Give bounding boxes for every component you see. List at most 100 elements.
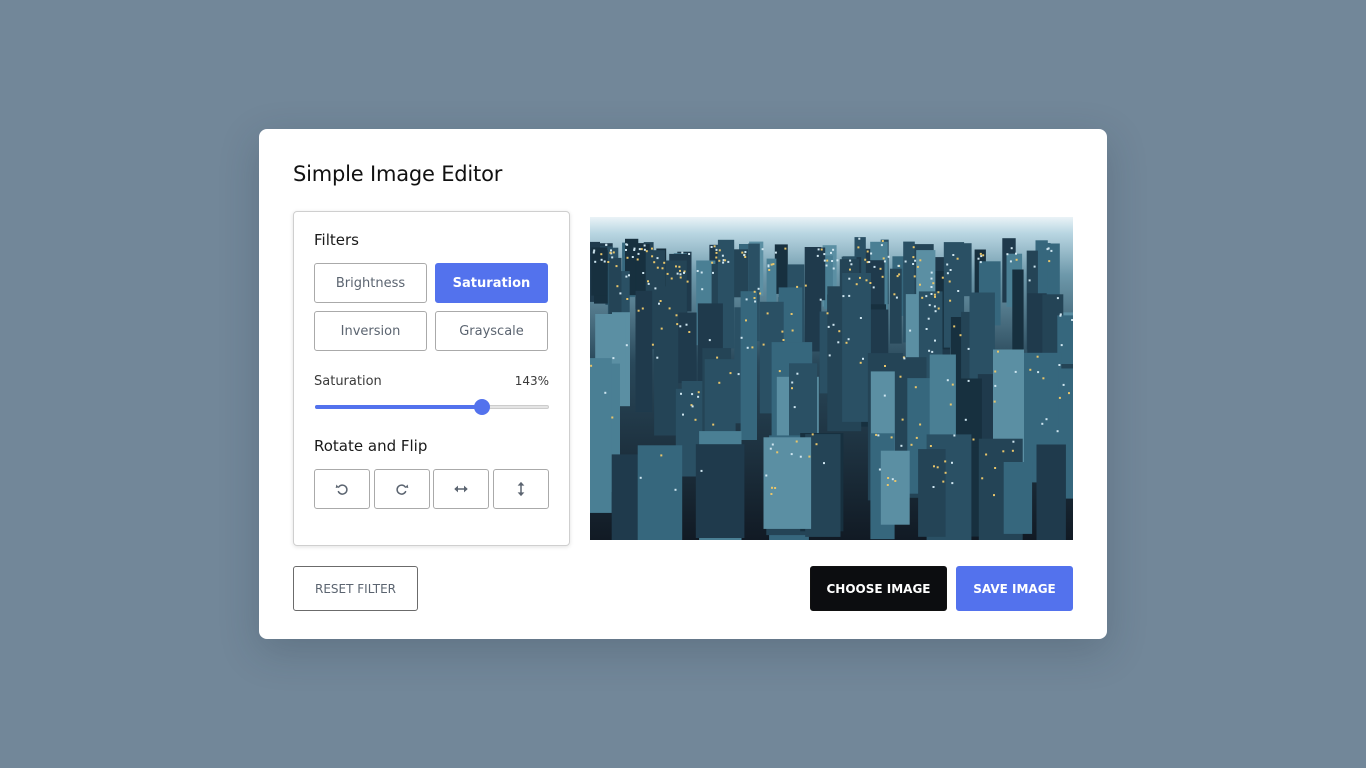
slider-thumb[interactable] — [474, 399, 491, 415]
window-light — [951, 383, 954, 386]
window-light — [815, 443, 818, 446]
window-light — [679, 325, 682, 328]
window-light — [884, 365, 886, 367]
window-light — [670, 277, 673, 280]
flip-horizontal-button[interactable] — [433, 469, 489, 509]
window-light — [790, 453, 793, 456]
window-light — [880, 244, 883, 247]
window-light — [643, 244, 646, 247]
window-light — [712, 271, 714, 274]
flip-vertical-button[interactable] — [493, 469, 549, 509]
slider-value: 143% — [514, 374, 549, 388]
window-light — [934, 339, 936, 342]
window-light — [676, 272, 679, 275]
window-light — [658, 302, 660, 305]
flip-horizontal-icon — [454, 485, 468, 493]
window-light — [930, 286, 933, 288]
window-light — [826, 312, 829, 315]
window-light — [928, 304, 931, 307]
window-light — [981, 477, 984, 480]
window-light — [980, 255, 983, 258]
window-light — [828, 354, 831, 357]
window-light — [895, 296, 898, 299]
window-light — [666, 272, 669, 275]
rotate-left-button[interactable] — [314, 469, 370, 509]
choose-image-button[interactable]: CHOOSE IMAGE — [810, 566, 947, 611]
window-light — [900, 444, 903, 447]
window-light — [718, 259, 721, 262]
window-light — [896, 275, 899, 278]
window-light — [774, 251, 777, 254]
window-light — [899, 375, 902, 378]
window-light — [683, 271, 685, 274]
window-light — [912, 256, 915, 259]
rotate-right-icon — [396, 484, 409, 495]
window-light — [715, 248, 718, 251]
window-light — [647, 282, 650, 285]
slider-label: Saturation — [314, 374, 382, 389]
window-light — [604, 391, 607, 394]
filter-saturation-button[interactable]: Saturation — [435, 263, 548, 303]
filter-inversion-button[interactable]: Inversion — [314, 311, 427, 351]
window-light — [770, 263, 773, 266]
window-light — [875, 433, 878, 436]
window-light — [679, 269, 681, 272]
window-light — [651, 247, 653, 250]
window-light — [823, 253, 826, 256]
window-light — [625, 344, 628, 347]
window-light — [766, 312, 769, 315]
save-image-button[interactable]: SAVE IMAGE — [956, 566, 1073, 611]
filter-brightness-button[interactable]: Brightness — [314, 263, 427, 303]
rotate-right-button[interactable] — [374, 469, 430, 509]
filter-grayscale-button[interactable]: Grayscale — [435, 311, 548, 351]
window-light — [762, 343, 765, 346]
window-light — [740, 336, 743, 339]
window-light — [799, 455, 802, 458]
reset-filter-button[interactable]: RESET FILTER — [293, 566, 418, 611]
window-light — [1046, 248, 1049, 251]
window-light — [883, 394, 886, 397]
window-light — [848, 277, 851, 280]
window-light — [845, 341, 848, 344]
window-light — [637, 252, 640, 255]
window-light — [916, 265, 919, 268]
window-light — [626, 256, 629, 259]
window-light — [932, 486, 935, 488]
window-light — [914, 386, 917, 389]
window-light — [1014, 370, 1017, 373]
window-light — [887, 255, 890, 258]
window-light — [832, 248, 835, 251]
window-light — [832, 267, 835, 270]
window-light — [625, 249, 627, 251]
window-light — [1041, 422, 1044, 425]
window-light — [757, 287, 760, 290]
window-light — [946, 272, 949, 275]
window-light — [850, 263, 853, 266]
window-light — [930, 271, 933, 274]
window-light — [605, 243, 608, 246]
window-light — [700, 469, 703, 472]
window-light — [1050, 249, 1053, 252]
window-light — [612, 357, 615, 360]
window-light — [937, 291, 940, 294]
window-light — [721, 254, 724, 257]
window-light — [753, 297, 756, 299]
window-light — [656, 356, 659, 359]
window-light — [1015, 252, 1017, 255]
window-light — [819, 298, 822, 301]
window-light — [925, 328, 928, 330]
window-light — [979, 252, 982, 255]
window-light — [628, 274, 630, 277]
window-light — [616, 285, 619, 288]
window-light — [878, 468, 881, 471]
window-light — [953, 434, 956, 437]
window-light — [636, 258, 639, 261]
window-light — [593, 249, 596, 252]
window-light — [993, 494, 995, 497]
window-light — [949, 403, 952, 406]
window-light — [847, 338, 850, 341]
window-light — [744, 256, 747, 258]
window-light — [914, 259, 917, 262]
filter-slider[interactable] — [315, 399, 549, 415]
window-light — [1042, 377, 1045, 380]
